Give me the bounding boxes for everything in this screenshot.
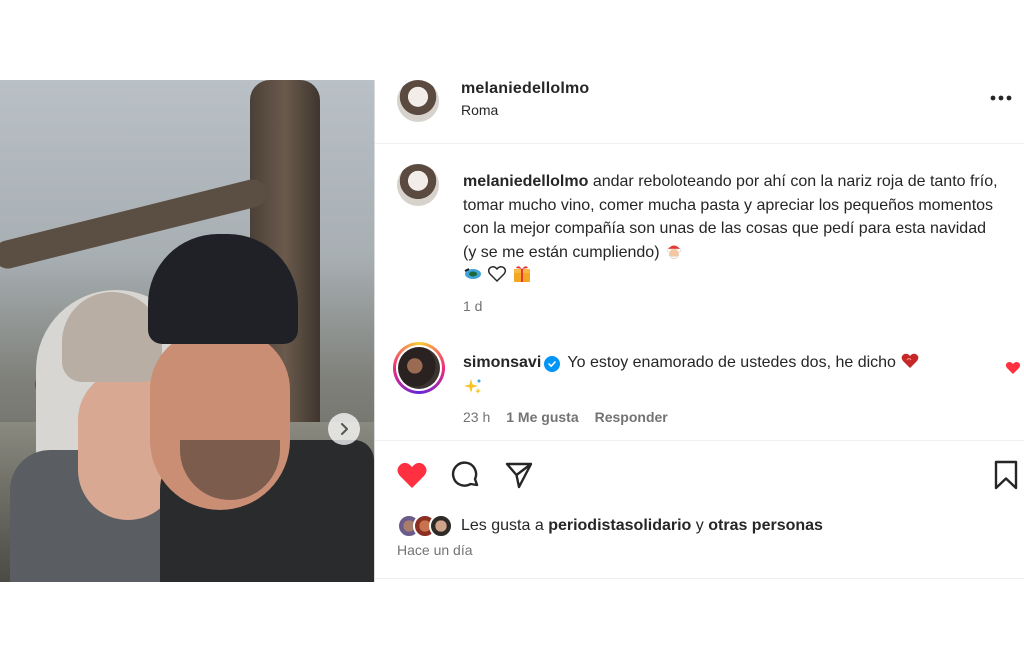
photo-woman-beanie [62,292,162,382]
white-heart-emoji-icon [488,266,507,282]
comment-body: Yo estoy enamorado de ustedes dos, he di… [567,354,896,371]
caption-timestamp[interactable]: 1 d [463,298,482,314]
comment-text: simonsavi Yo estoy enamorado de ustedes … [463,350,983,402]
chevron-right-icon [341,423,348,435]
commenter-story-avatar[interactable] [393,342,445,394]
more-horizontal-icon [990,95,1012,101]
spinning-emoji-icon [464,268,481,279]
next-photo-button[interactable] [328,413,360,445]
post-date: Hace un día [397,542,473,558]
caption-text: melaniedellolmo andar reboloteando por a… [463,170,1003,288]
author-avatar[interactable] [397,80,439,122]
comment-timestamp[interactable]: 23 h [463,409,490,425]
post-photo[interactable] [0,80,374,582]
heart-filled-icon [397,462,427,488]
comment-likes-count[interactable]: 1 Me gusta [506,409,578,425]
commenter-avatar [398,347,440,389]
reply-button[interactable]: Responder [595,409,668,425]
caption-username[interactable]: melaniedellolmo [463,173,588,190]
likes-connector: y [695,517,704,534]
comment-meta: 23 h 1 Me gusta Responder [463,409,668,425]
share-button[interactable] [502,458,536,492]
verified-badge-icon [544,356,561,372]
send-icon [505,462,533,489]
post-header: melaniedellolmo Roma [375,80,1024,144]
commenter-username[interactable]: simonsavi [463,354,541,371]
actions-divider [375,440,1024,441]
comment-like-heart-icon[interactable] [1005,360,1021,376]
likes-text: Les gusta a periodistasolidario y otras … [461,517,823,535]
likes-user[interactable]: periodistasolidario [548,517,691,534]
post-location[interactable]: Roma [461,102,498,118]
likes-others[interactable]: otras personas [708,517,823,534]
bottom-divider [375,578,1024,579]
heart-on-fire-emoji-icon [902,353,919,368]
likes-prefix: Les gusta a [461,517,544,534]
like-button[interactable] [395,458,429,492]
caption-avatar[interactable] [397,164,439,206]
bookmark-icon [994,460,1018,490]
more-options-button[interactable] [989,86,1013,110]
author-username[interactable]: melaniedellolmo [461,80,589,98]
sparkles-emoji-icon [464,379,481,394]
comment-button[interactable] [449,458,483,492]
likes-summary[interactable]: Les gusta a periodistasolidario y otras … [397,512,823,540]
gift-emoji-icon [513,266,530,282]
liker-avatar [429,514,453,538]
post-details-panel: melaniedellolmo Roma melaniedellolmo and… [375,80,1024,582]
comment-icon [451,461,479,487]
save-button[interactable] [989,458,1023,492]
santa-emoji-icon [666,245,682,259]
